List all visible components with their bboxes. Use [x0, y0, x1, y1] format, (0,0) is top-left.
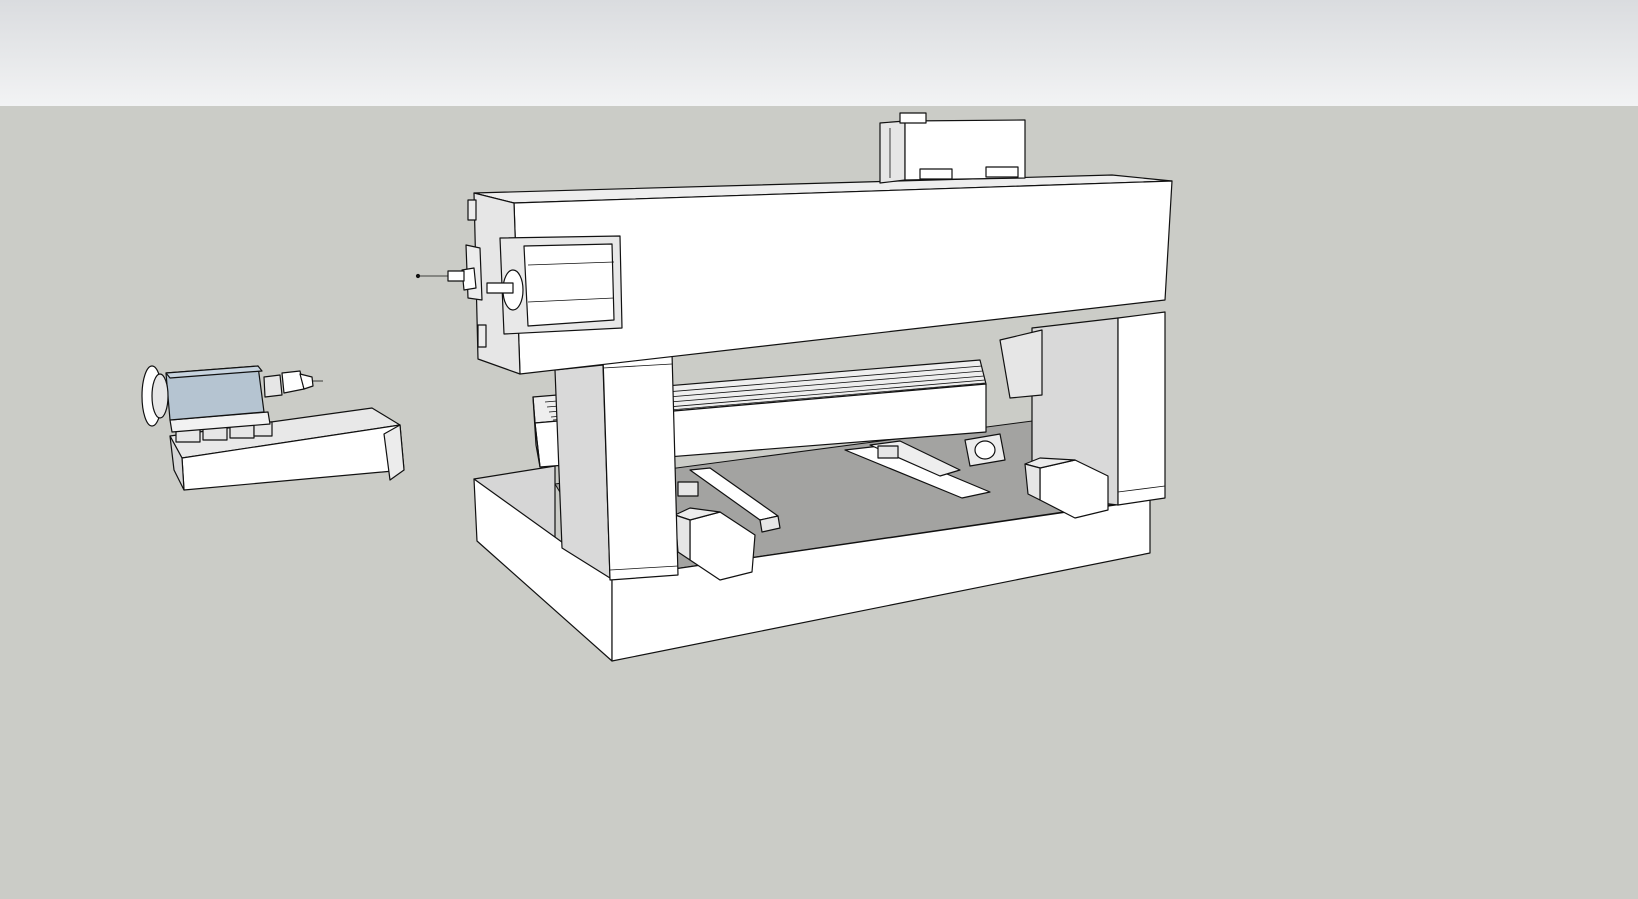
cnc-router[interactable]	[415, 112, 1173, 662]
right-motor-bracket	[999, 329, 1043, 399]
left-upright-front	[602, 352, 679, 581]
z-carriage-top	[879, 112, 1026, 184]
x-axis-motor	[486, 235, 623, 335]
rotary-spindle	[263, 374, 283, 398]
cnc-machine-model[interactable]	[0, 0, 1638, 899]
rotary-axis-unit[interactable]	[141, 365, 405, 491]
right-upright-front	[1117, 311, 1166, 506]
left-upright-inner	[554, 364, 611, 579]
sketchup-viewport[interactable]	[0, 0, 1638, 899]
handwheel-hub	[151, 373, 169, 419]
